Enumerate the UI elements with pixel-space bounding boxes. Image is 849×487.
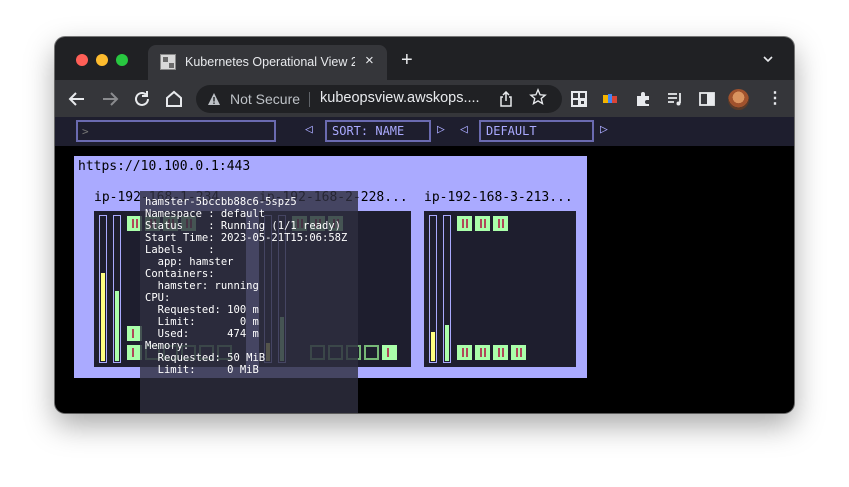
minimize-window-button[interactable] [96, 54, 108, 66]
memory-gauge [443, 215, 451, 363]
tab-title: Kubernetes Operational View 2 [185, 55, 355, 69]
pod-square[interactable] [493, 216, 508, 231]
home-icon[interactable] [163, 88, 185, 110]
share-icon[interactable] [498, 91, 514, 107]
forward-arrow-icon[interactable] [99, 88, 121, 110]
namespace-selector[interactable]: DEFAULT [479, 120, 594, 142]
tooltip-cpu-used: Used: 474 m [145, 328, 259, 340]
kube-ops-view-page: ◁ SORT: NAME ▷ ◁ DEFAULT ▷ https://10.10… [55, 117, 794, 413]
pod-square[interactable] [493, 345, 508, 360]
media-control-icon[interactable] [666, 90, 684, 108]
tooltip-pod-name: hamster-5bccbb88c6-5spz5 [145, 196, 297, 208]
browser-toolbar: Not Secure kubeopsview.awskops.... ⋮ [55, 80, 794, 117]
node-body [423, 210, 577, 368]
tooltip-start-time: Start Time: 2023-05-21T15:06:58Z [145, 232, 348, 244]
favicon-icon [160, 54, 176, 70]
tooltip-cpu-requested: Requested: 100 m [145, 304, 259, 316]
tooltip-memory: Memory: [145, 340, 190, 352]
pod-square[interactable] [511, 345, 526, 360]
sort-prev-icon[interactable]: ◁ [305, 122, 313, 138]
sort-next-icon[interactable]: ▷ [437, 122, 445, 138]
memory-gauge-fill [445, 324, 449, 361]
tab-kubernetes-ops-view[interactable]: Kubernetes Operational View 2 × [148, 45, 387, 80]
node-name: ip-192-168-3-213... [424, 190, 573, 205]
pod-square[interactable] [457, 345, 472, 360]
tooltip-mem-requested: Requested: 50 MiB [145, 352, 266, 364]
cpu-gauge [429, 215, 437, 363]
sidebar-icon[interactable] [698, 90, 716, 108]
kebab-menu-icon[interactable]: ⋮ [767, 90, 783, 108]
translate-extension-icon[interactable] [601, 90, 619, 108]
memory-gauge-fill [115, 290, 119, 361]
memory-gauge [113, 215, 121, 363]
qr-code-icon[interactable] [570, 90, 588, 108]
tooltip-container-hamster: hamster: running [145, 280, 259, 292]
namespace-next-icon[interactable]: ▷ [600, 122, 608, 138]
warning-icon[interactable] [207, 92, 221, 106]
puzzle-icon[interactable] [634, 90, 652, 108]
pod-square[interactable] [475, 216, 490, 231]
cpu-gauge [99, 215, 107, 363]
namespace-prev-icon[interactable]: ◁ [460, 122, 468, 138]
address-bar[interactable]: Not Secure kubeopsview.awskops.... [196, 85, 562, 113]
node-box[interactable]: ip-192-168-3-213... [419, 185, 579, 370]
tooltip-mem-limit: Limit: 0 MiB [145, 364, 259, 376]
tooltip-labels: Labels : [145, 244, 215, 256]
pod-square[interactable] [457, 216, 472, 231]
tooltip-cpu-limit: Limit: 0 m [145, 316, 259, 328]
app-top-bar: ◁ SORT: NAME ▷ ◁ DEFAULT ▷ [55, 117, 794, 146]
not-secure-label[interactable]: Not Secure [230, 91, 300, 107]
filter-box[interactable] [76, 120, 276, 142]
tooltip-status: Status : Running (1/1 ready) [145, 220, 341, 232]
chevron-down-icon[interactable] [763, 54, 773, 64]
close-window-button[interactable] [76, 54, 88, 66]
star-icon[interactable] [529, 88, 547, 106]
pod-square[interactable] [382, 345, 397, 360]
filter-input[interactable] [82, 124, 270, 138]
new-tab-button[interactable]: + [401, 50, 413, 70]
cluster-url: https://10.100.0.1:443 [78, 159, 251, 174]
browser-window: Kubernetes Operational View 2 × + Not Se… [55, 37, 794, 413]
reload-icon[interactable] [131, 88, 153, 110]
tooltip-containers: Containers: [145, 268, 215, 280]
tab-close-icon[interactable]: × [365, 53, 374, 69]
tooltip-namespace: Namespace : default [145, 208, 266, 220]
pod-square[interactable] [364, 345, 379, 360]
address-divider [309, 92, 310, 107]
avatar[interactable] [728, 89, 749, 110]
tab-strip: Kubernetes Operational View 2 × + [55, 37, 794, 80]
maximize-window-button[interactable] [116, 54, 128, 66]
pod-square[interactable] [475, 345, 490, 360]
back-arrow-icon[interactable] [66, 88, 88, 110]
tooltip-label-app: app: hamster [145, 256, 234, 268]
sort-selector[interactable]: SORT: NAME [325, 120, 431, 142]
url-text[interactable]: kubeopsview.awskops.... [320, 90, 488, 106]
cpu-gauge-fill [431, 331, 435, 361]
tooltip-cpu: CPU: [145, 292, 171, 304]
cpu-gauge-fill [101, 273, 105, 361]
pod-tooltip: hamster-5bccbb88c6-5spz5 Namespace : def… [140, 191, 358, 413]
